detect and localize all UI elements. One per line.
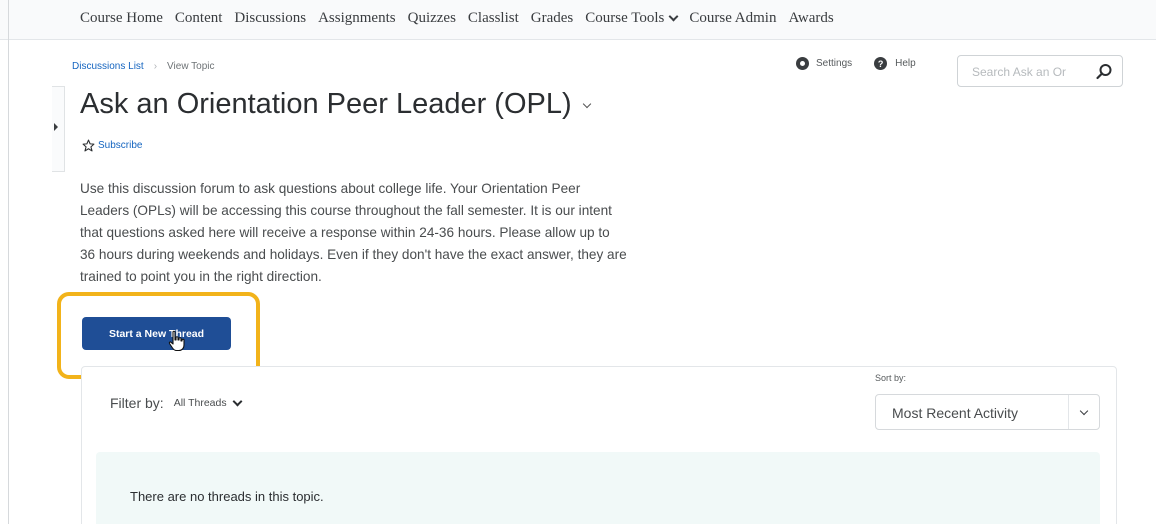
settings-button[interactable]: Settings [796, 57, 852, 70]
empty-threads-message: There are no threads in this topic. [130, 489, 324, 504]
select-divider [1068, 395, 1069, 429]
breadcrumb-separator-icon: › [153, 61, 158, 72]
topic-title: Ask an Orientation Peer Leader (OPL) [80, 88, 572, 120]
hand-cursor-icon [168, 330, 185, 352]
page-edge-divider [8, 0, 9, 524]
sort-label: Sort by: [875, 373, 907, 383]
description-line: Use this discussion forum to ask questio… [80, 181, 581, 196]
side-panel-toggle[interactable] [52, 86, 65, 172]
empty-threads-notice: There are no threads in this topic. [96, 452, 1100, 524]
nav-discussions[interactable]: Discussions [234, 10, 306, 27]
page-title: Ask an Orientation Peer Leader (OPL) [80, 88, 591, 121]
chevron-down-icon [1079, 406, 1089, 416]
star-icon [82, 139, 95, 152]
breadcrumb-discussions-list[interactable]: Discussions List [72, 61, 144, 72]
description-line: trained to point you in the right direct… [80, 269, 322, 284]
search-placeholder: Search Ask an Or [972, 65, 1067, 79]
settings-label: Settings [816, 58, 853, 69]
sort-value: Most Recent Activity [892, 405, 1019, 421]
nav-quizzes[interactable]: Quizzes [408, 10, 456, 27]
search-icon[interactable] [1095, 63, 1113, 81]
course-navbar: Course Home Content Discussions Assignme… [0, 0, 1156, 524]
nav-assignments[interactable]: Assignments [318, 10, 396, 27]
page-tools: Settings ? Help [796, 57, 938, 70]
breadcrumb-current: View Topic [167, 61, 215, 72]
gear-icon [796, 57, 809, 70]
nav-classlist[interactable]: Classlist [468, 10, 519, 27]
start-new-thread-button[interactable]: Start a New Thread [82, 317, 231, 350]
nav-course-admin[interactable]: Course Admin [689, 10, 776, 27]
description-line: 36 hours during weekends and holidays. E… [80, 247, 627, 262]
description-line: Leaders (OPLs) will be accessing this co… [80, 203, 612, 218]
nav-course-home[interactable]: Course Home [80, 10, 163, 27]
course-nav-items: Course Home Content Discussions Assignme… [80, 10, 846, 27]
help-button[interactable]: ? Help [874, 57, 916, 70]
chevron-down-icon [232, 396, 243, 406]
subscribe-label: Subscribe [98, 140, 143, 151]
help-icon: ? [874, 57, 888, 70]
breadcrumb: Discussions List › View Topic [72, 61, 214, 72]
filter-value: All Threads [173, 397, 227, 409]
chevron-down-icon [668, 11, 679, 22]
topic-description: Use this discussion forum to ask questio… [80, 178, 720, 288]
description-line: that questions asked here will receive a… [80, 225, 610, 240]
nav-content[interactable]: Content [175, 10, 223, 27]
subscribe-link[interactable]: Subscribe [82, 139, 142, 152]
sort-select[interactable]: Most Recent Activity [875, 394, 1100, 430]
nav-awards[interactable]: Awards [788, 10, 833, 27]
title-menu-chevron-icon[interactable] [582, 99, 591, 108]
nav-course-tools[interactable]: Course Tools [585, 10, 679, 27]
help-label: Help [895, 58, 916, 69]
filter-control: Filter by: All Threads [110, 395, 243, 411]
filter-dropdown[interactable]: All Threads [173, 396, 243, 409]
filter-label: Filter by: [110, 395, 164, 411]
search-input[interactable]: Search Ask an Or [957, 55, 1123, 87]
caret-right-icon [54, 123, 58, 131]
nav-grades[interactable]: Grades [531, 10, 573, 27]
